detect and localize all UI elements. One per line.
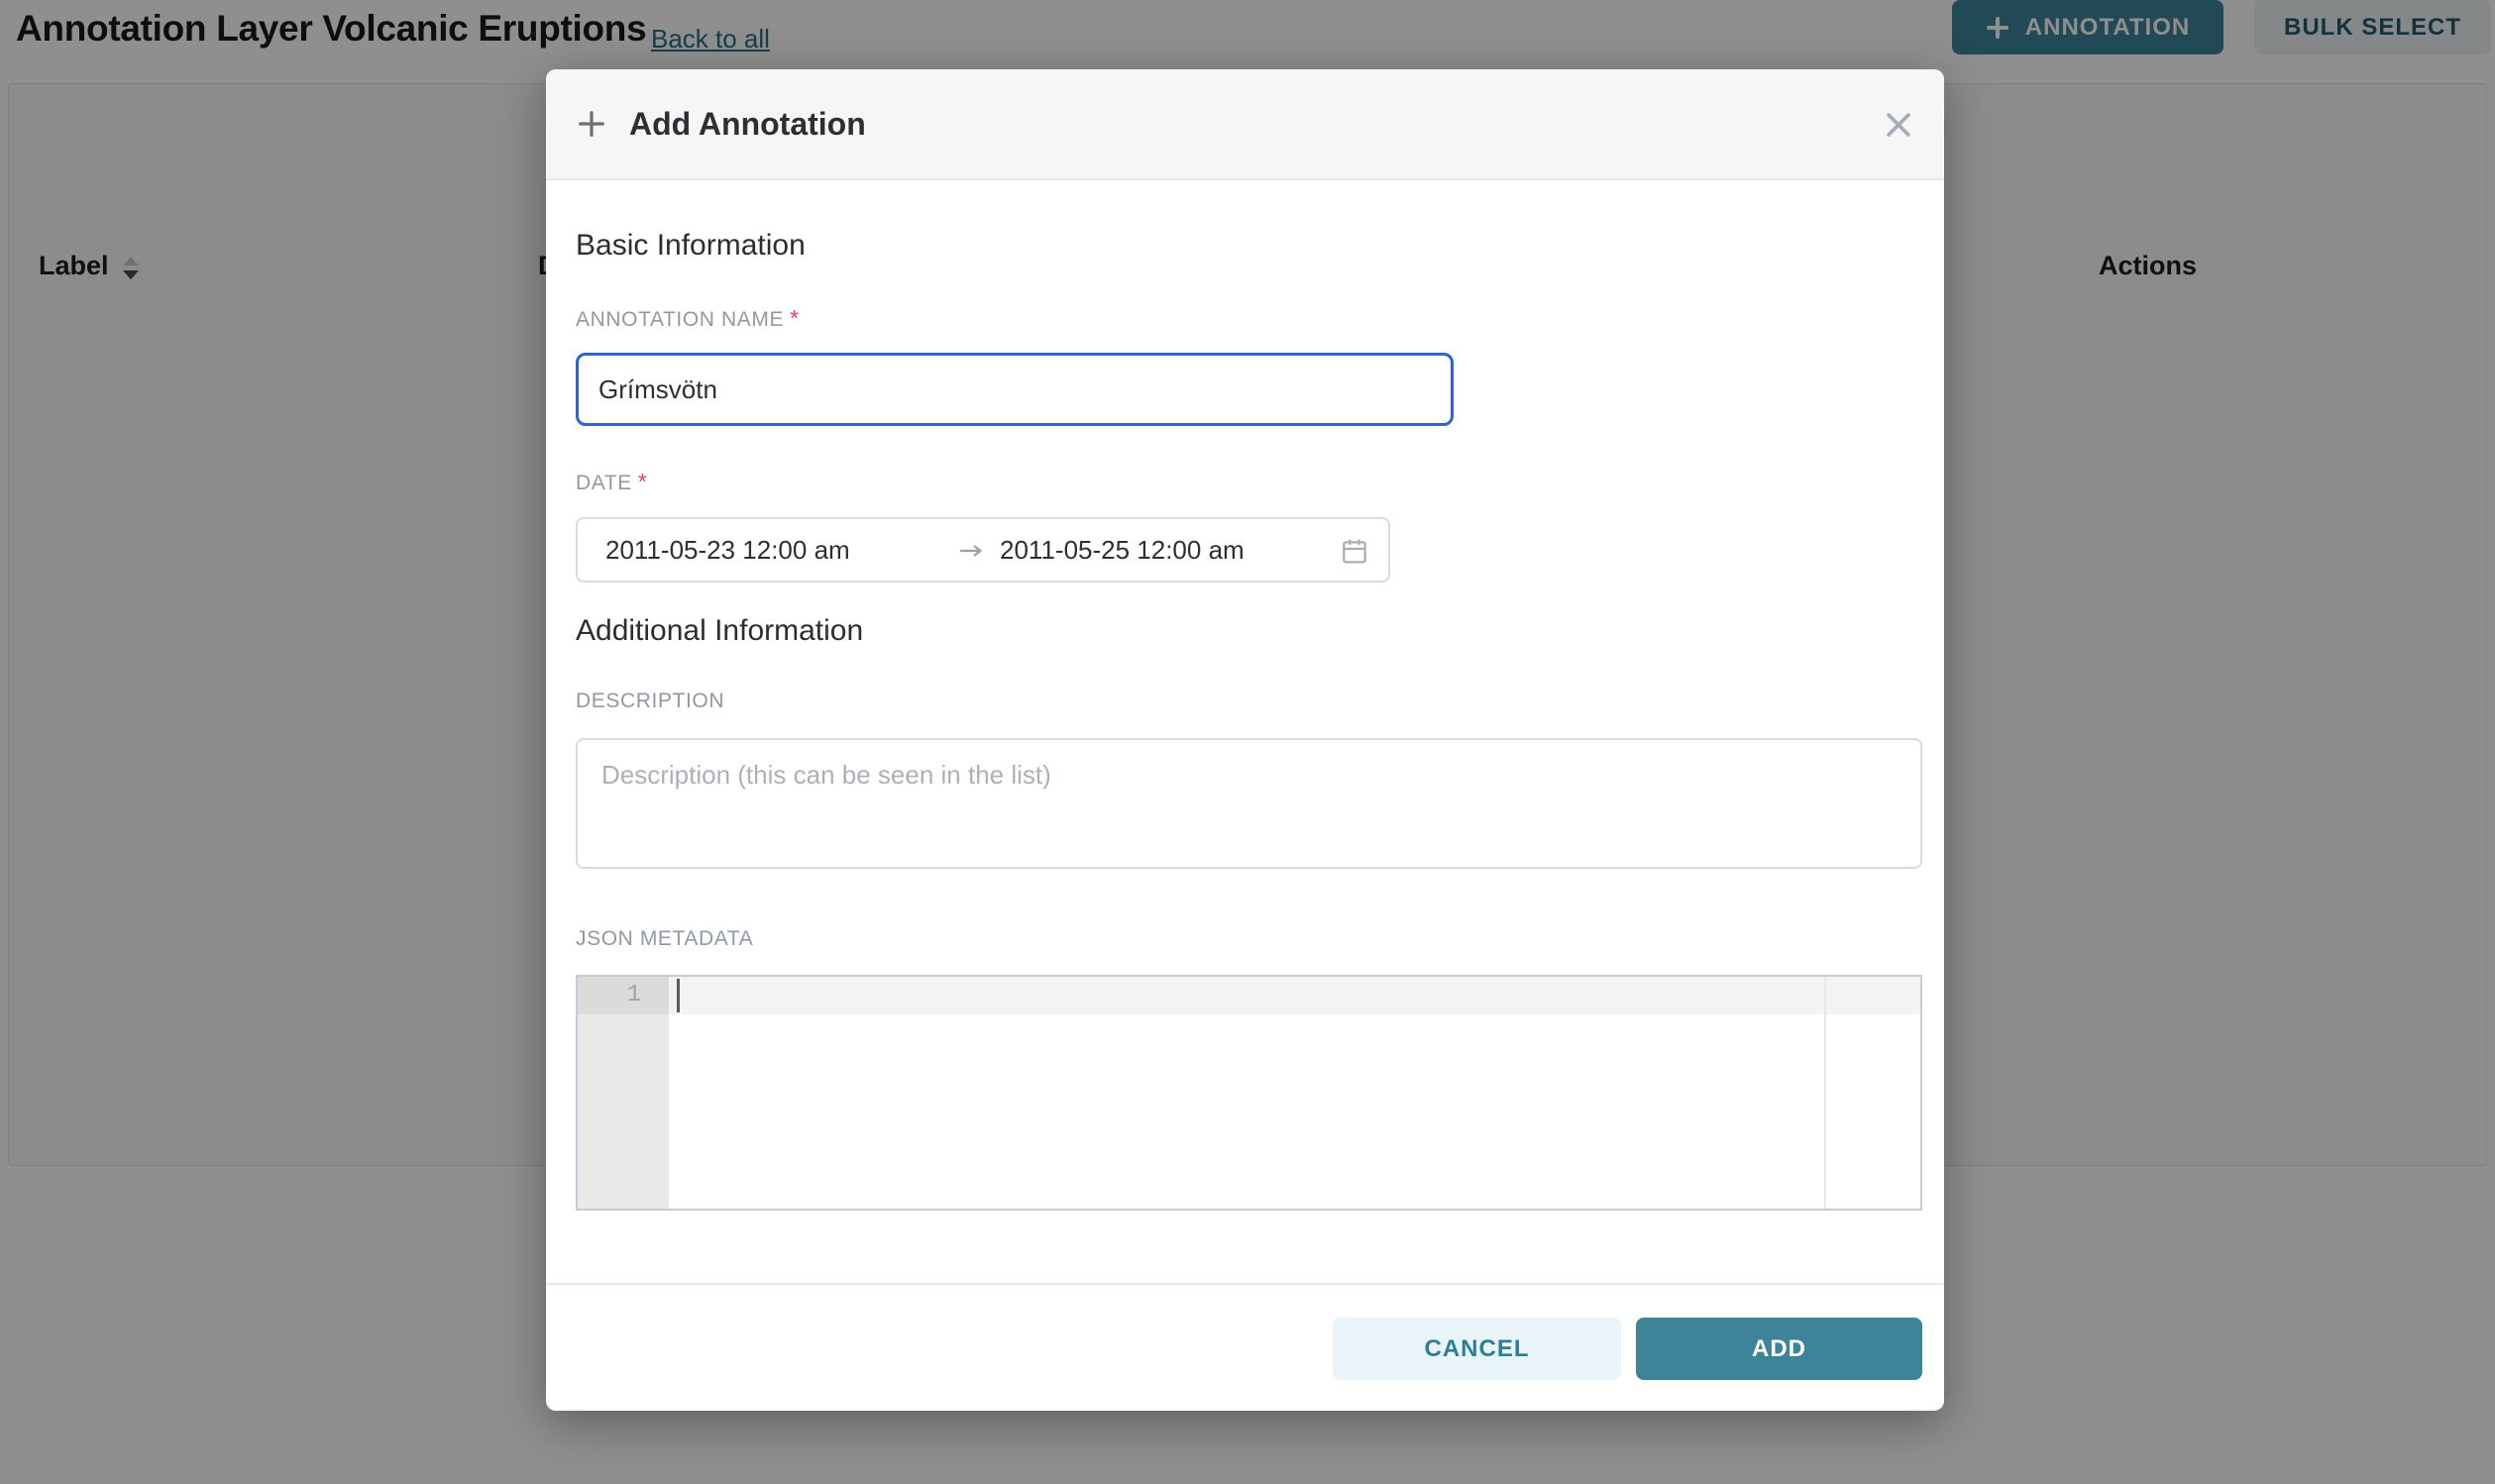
date-start-value[interactable]: 2011-05-23 12:00 am bbox=[605, 519, 850, 581]
required-marker: * bbox=[638, 469, 648, 494]
date-range-picker[interactable]: 2011-05-23 12:00 am 2011-05-25 12:00 am bbox=[576, 517, 1390, 583]
section-basic-information: Basic Information bbox=[576, 229, 806, 263]
add-annotation-modal: Add Annotation Basic Information ANNOTAT… bbox=[546, 69, 1944, 1411]
date-end-value[interactable]: 2011-05-25 12:00 am bbox=[1000, 519, 1245, 581]
text-cursor bbox=[677, 979, 680, 1012]
json-metadata-editor[interactable]: 1 bbox=[576, 975, 1922, 1211]
annotation-name-label: ANNOTATION NAME* bbox=[576, 305, 800, 332]
required-marker: * bbox=[790, 305, 800, 331]
json-metadata-label: JSON METADATA bbox=[576, 927, 753, 951]
date-label: DATE* bbox=[576, 469, 647, 495]
modal-header: Add Annotation bbox=[546, 69, 1944, 180]
editor-line-number: 1 bbox=[578, 977, 669, 1014]
close-icon bbox=[1882, 108, 1915, 142]
modal-title: Add Annotation bbox=[629, 106, 866, 143]
footer-divider bbox=[546, 1283, 1944, 1285]
arrow-right-icon bbox=[956, 536, 986, 571]
print-margin-line bbox=[1824, 977, 1826, 1209]
add-button[interactable]: ADD bbox=[1636, 1318, 1922, 1380]
plus-icon bbox=[576, 108, 607, 140]
annotation-name-input[interactable] bbox=[576, 353, 1454, 426]
editor-active-line bbox=[669, 977, 1920, 1014]
description-label: DESCRIPTION bbox=[576, 689, 724, 713]
cancel-button[interactable]: CANCEL bbox=[1333, 1318, 1621, 1380]
close-button[interactable] bbox=[1879, 105, 1918, 145]
description-textarea[interactable] bbox=[576, 738, 1922, 869]
calendar-icon bbox=[1339, 535, 1370, 572]
section-additional-information: Additional Information bbox=[576, 614, 863, 648]
